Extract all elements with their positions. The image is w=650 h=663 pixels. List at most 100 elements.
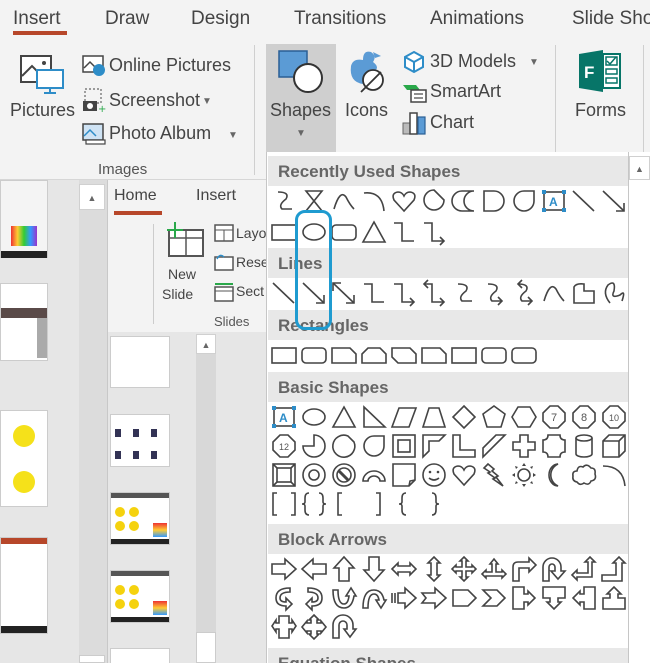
recent-shape-textbox[interactable]: A xyxy=(540,187,568,215)
basic-shape-moon[interactable] xyxy=(540,461,568,489)
block-arrow-shape-curved-u[interactable] xyxy=(330,584,358,612)
block-arrow-shape-left-up[interactable] xyxy=(570,555,598,583)
basic-shape-plaque[interactable] xyxy=(540,432,568,460)
basic-shape-lbracket[interactable] xyxy=(330,490,358,518)
block-arrow-shape-quad[interactable] xyxy=(450,555,478,583)
recent-shape-triangle[interactable] xyxy=(360,218,388,246)
rectangle-shape-snip1[interactable] xyxy=(330,341,358,369)
basic-shape-pentagon[interactable] xyxy=(480,403,508,431)
basic-shape-smiley[interactable] xyxy=(420,461,448,489)
block-arrow-shape-arr-u[interactable] xyxy=(330,555,358,583)
basic-shape-oct-num[interactable]: 7 xyxy=(540,403,568,431)
reset-button[interactable]: Rese xyxy=(214,253,269,275)
slide-thumbnail[interactable] xyxy=(0,283,48,361)
line-shape-elbow-arrow[interactable] xyxy=(390,279,418,307)
block-arrow-shape-callout-r[interactable] xyxy=(510,584,538,612)
block-arrow-shape-curved-r[interactable] xyxy=(270,584,298,612)
basic-shape-frame[interactable] xyxy=(390,432,418,460)
basic-shape-donut[interactable] xyxy=(300,461,328,489)
tab-insert[interactable]: Insert xyxy=(13,8,61,30)
basic-shape-rbrace[interactable] xyxy=(420,490,448,518)
slide-thumbnail[interactable] xyxy=(0,410,48,507)
basic-shape-sun[interactable] xyxy=(510,461,538,489)
recent-shape-teardrop[interactable] xyxy=(420,187,448,215)
basic-shape-no-symbol[interactable] xyxy=(330,461,358,489)
basic-shape-arc-only[interactable] xyxy=(600,461,628,489)
recent-shape-elbow[interactable] xyxy=(390,218,418,246)
block-arrow-shape-striped[interactable] xyxy=(390,584,418,612)
recent-shape-moon-rect[interactable] xyxy=(450,187,478,215)
block-arrow-shape-arr-u-d[interactable] xyxy=(420,555,448,583)
recent-shape-line[interactable] xyxy=(570,187,598,215)
tab-design[interactable]: Design xyxy=(191,8,250,30)
recent-shape-elbow-arrow[interactable] xyxy=(420,218,448,246)
basic-shape-diag-stripe[interactable] xyxy=(480,432,508,460)
inner-tab-home[interactable]: Home xyxy=(114,187,157,205)
basic-shape-half-frame[interactable] xyxy=(420,432,448,460)
tab-draw[interactable]: Draw xyxy=(105,8,149,30)
tab-transitions[interactable]: Transitions xyxy=(294,8,386,30)
block-arrow-shape-callout-u[interactable] xyxy=(600,584,628,612)
basic-shape-folded[interactable] xyxy=(390,461,418,489)
block-arrow-shape-left-right-up[interactable] xyxy=(480,555,508,583)
basic-shape-heart[interactable] xyxy=(450,461,478,489)
chart-button[interactable]: Chart xyxy=(402,110,492,136)
basic-shape-para[interactable] xyxy=(390,403,418,431)
basic-shape-rtri[interactable] xyxy=(360,403,388,431)
photo-album-button[interactable]: Photo Album ▼ xyxy=(82,122,242,146)
recent-shape-heart[interactable] xyxy=(390,187,418,215)
block-arrow-shape-curved-l[interactable] xyxy=(300,584,328,612)
basic-shape-oval[interactable] xyxy=(300,403,328,431)
recent-shape-arc[interactable] xyxy=(330,187,358,215)
block-arrow-shape-callout-l[interactable] xyxy=(570,584,598,612)
block-arrow-shape-bent[interactable] xyxy=(510,555,538,583)
rectangle-shape-round-rect[interactable] xyxy=(300,341,328,369)
shapes-button[interactable]: Shapes ▼ xyxy=(266,44,336,152)
recent-shape-curve-s[interactable] xyxy=(270,187,298,215)
rectangle-shape-rect[interactable] xyxy=(270,341,298,369)
basic-shape-triangle[interactable] xyxy=(330,403,358,431)
gallery-scroll-up[interactable]: ▲ xyxy=(629,156,650,180)
block-arrow-shape-arr-l-r[interactable] xyxy=(390,555,418,583)
rectangle-shape-round-rect[interactable] xyxy=(480,341,508,369)
recent-shape-rect[interactable] xyxy=(270,218,298,246)
line-shape-dbl-arrow[interactable] xyxy=(330,279,358,307)
line-shape-curve-dbl[interactable] xyxy=(510,279,538,307)
3d-models-button[interactable]: 3D Models ▼ xyxy=(402,50,544,74)
scroll-thumb[interactable] xyxy=(79,655,105,663)
block-arrow-shape-arr-r[interactable] xyxy=(270,555,298,583)
thumbnails-scrollbar[interactable]: ▲ xyxy=(79,180,107,663)
basic-shape-trap[interactable] xyxy=(420,403,448,431)
basic-shape-hexagon[interactable] xyxy=(510,403,538,431)
basic-shape-oct-num[interactable]: 10 xyxy=(600,403,628,431)
line-shape-elbow[interactable] xyxy=(360,279,388,307)
line-shape-curve-s[interactable] xyxy=(450,279,478,307)
basic-shape-cube[interactable] xyxy=(600,432,628,460)
basic-shape-chord[interactable] xyxy=(330,432,358,460)
new-slide-button[interactable]: New Slide xyxy=(160,220,210,302)
block-arrow-shape-arr-d[interactable] xyxy=(360,555,388,583)
online-pictures-button[interactable]: Online Pictures xyxy=(82,54,242,78)
rectangle-shape-rect[interactable] xyxy=(450,341,478,369)
slide-thumbnail[interactable] xyxy=(0,537,48,634)
forms-button[interactable]: F Forms xyxy=(570,48,632,128)
basic-shape-block-arc[interactable] xyxy=(360,461,388,489)
pictures-button[interactable]: Pictures xyxy=(8,50,75,125)
block-arrow-shape-pent-arrow[interactable] xyxy=(450,584,478,612)
basic-shape-pie[interactable] xyxy=(300,432,328,460)
basic-shape-cloud[interactable] xyxy=(570,461,598,489)
basic-shape-drop[interactable] xyxy=(360,432,388,460)
line-shape-scribble[interactable] xyxy=(600,279,628,307)
line-shape-elbow-dbl[interactable] xyxy=(420,279,448,307)
screenshot-button[interactable]: + Screenshot ▼ xyxy=(82,88,222,112)
section-button[interactable]: Sect xyxy=(214,282,268,304)
basic-shape-oct-num[interactable]: 8 xyxy=(570,403,598,431)
gallery-scrollbar[interactable]: ▲ xyxy=(628,152,650,663)
slide-thumbnails-pane[interactable] xyxy=(0,180,79,663)
basic-shape-dbl-brace[interactable] xyxy=(300,490,328,518)
basic-shape-rbracket[interactable] xyxy=(360,490,388,518)
basic-shape-dbl-bracket[interactable] xyxy=(270,490,298,518)
basic-shape-lbrace[interactable] xyxy=(390,490,418,518)
line-shape-line[interactable] xyxy=(270,279,298,307)
basic-shape-diamond[interactable] xyxy=(450,403,478,431)
